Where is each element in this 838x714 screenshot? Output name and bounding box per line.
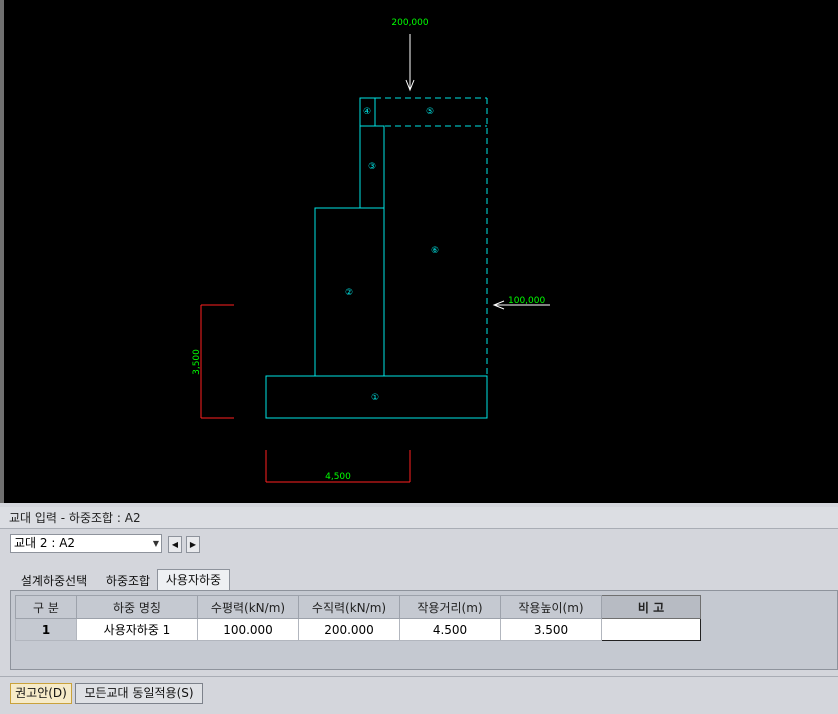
remarks-cell[interactable] bbox=[601, 618, 701, 641]
drawing-canvas[interactable]: ① ② ③ ④ ⑤ ⑥ 200,000 100,000 3,500 4,500 bbox=[0, 0, 838, 503]
column-header-remarks[interactable]: 비 고 bbox=[601, 595, 701, 619]
abutment-drawing: ① ② ③ ④ ⑤ ⑥ 200,000 100,000 3,500 4,500 bbox=[192, 18, 550, 483]
recommend-button[interactable]: 권고안(D) bbox=[10, 683, 72, 704]
tab-design-load-select[interactable]: 설계하중선택 bbox=[14, 571, 94, 591]
vertical-load-label: 200,000 bbox=[391, 18, 428, 28]
column-header-horizontal-force[interactable]: 수평력(kN/m) bbox=[197, 595, 299, 619]
pier-select[interactable]: 교대 2 : A2 ▼ bbox=[10, 534, 162, 553]
bottom-divider bbox=[0, 676, 838, 677]
part-label-1: ① bbox=[371, 393, 379, 403]
part-label-5: ⑤ bbox=[426, 107, 434, 117]
part-label-6: ⑥ bbox=[431, 246, 439, 256]
column-header-action-distance[interactable]: 작용거리(m) bbox=[399, 595, 501, 619]
action-height-cell[interactable]: 3.500 bbox=[500, 618, 602, 641]
column-header-vertical-force[interactable]: 수직력(kN/m) bbox=[298, 595, 400, 619]
chevron-down-icon: ▼ bbox=[152, 539, 159, 548]
table-header-row: 구 분 하중 명칭 수평력(kN/m) 수직력(kN/m) 작용거리(m) 작용… bbox=[15, 595, 701, 619]
action-distance-cell[interactable]: 4.500 bbox=[399, 618, 501, 641]
horizontal-force-cell[interactable]: 100.000 bbox=[197, 618, 299, 641]
triangle-right-icon: ▶ bbox=[189, 540, 197, 549]
horizontal-load-label: 100,000 bbox=[508, 296, 545, 306]
part-label-2: ② bbox=[345, 288, 353, 298]
prev-pier-button[interactable]: ◀ bbox=[168, 536, 182, 553]
vertical-force-cell[interactable]: 200.000 bbox=[298, 618, 400, 641]
column-header-division[interactable]: 구 분 bbox=[15, 595, 77, 619]
width-dimension-label: 4,500 bbox=[325, 472, 351, 482]
height-dimension-label: 3,500 bbox=[192, 349, 202, 375]
tab-user-load[interactable]: 사용자하중 bbox=[157, 569, 230, 591]
apply-all-abutments-button[interactable]: 모든교대 동일적용(S) bbox=[75, 683, 203, 704]
load-name-cell[interactable]: 사용자하중 1 bbox=[76, 618, 198, 641]
next-pier-button[interactable]: ▶ bbox=[186, 536, 200, 553]
table-row: 1 사용자하중 1 100.000 200.000 4.500 3.500 bbox=[15, 618, 701, 641]
column-header-load-name[interactable]: 하중 명칭 bbox=[76, 595, 198, 619]
part-label-3: ③ bbox=[368, 162, 376, 172]
part-label-4: ④ bbox=[363, 107, 371, 117]
column-header-action-height[interactable]: 작용높이(m) bbox=[500, 595, 602, 619]
user-load-table: 구 분 하중 명칭 수평력(kN/m) 수직력(kN/m) 작용거리(m) 작용… bbox=[15, 595, 701, 641]
pier-select-value: 교대 2 : A2 bbox=[14, 536, 76, 550]
panel-title: 교대 입력 - 하중조합 : A2 bbox=[0, 507, 838, 529]
tab-load-combination[interactable]: 하중조합 bbox=[100, 571, 156, 591]
triangle-left-icon: ◀ bbox=[171, 540, 179, 549]
row-number-cell[interactable]: 1 bbox=[15, 618, 77, 641]
